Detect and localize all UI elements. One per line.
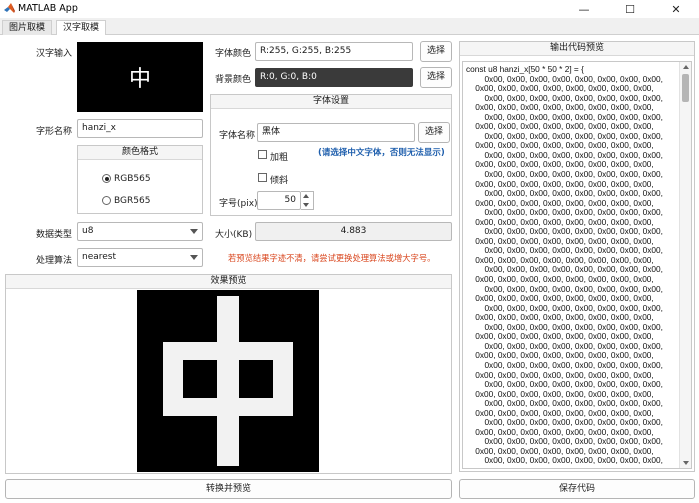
chevron-down-icon[interactable] — [303, 203, 309, 207]
algorithm-dropdown[interactable]: nearest — [77, 248, 203, 267]
font-name-label: 字体名称 — [219, 131, 256, 141]
maximize-button[interactable]: ☐ — [607, 0, 653, 18]
matlab-logo-icon — [4, 3, 15, 14]
font-name-field: 黑体 — [257, 123, 415, 142]
font-settings-title: 字体设置 — [211, 95, 451, 109]
code-scrollbar[interactable] — [679, 62, 691, 468]
algorithm-value: nearest — [82, 252, 117, 262]
font-size-spinner[interactable]: 50 — [257, 191, 301, 210]
bg-color-select-button[interactable]: 选择 — [420, 67, 452, 88]
code-text: const u8 hanzi_x[50 * 50 * 2] = { 0x00, … — [466, 65, 680, 467]
warning-text: 若预览结果字迹不清，请尝试更换处理算法或增大字号。 — [228, 253, 436, 263]
chevron-down-icon — [190, 229, 198, 234]
font-size-stepper[interactable] — [301, 191, 314, 210]
bgr565-radio[interactable] — [102, 196, 111, 205]
color-format-title: 颜色格式 — [78, 146, 202, 160]
data-type-value: u8 — [82, 226, 94, 236]
font-color-select-button[interactable]: 选择 — [420, 41, 452, 62]
code-line: 0x00, 0x00, 0x00, 0x00, 0x00, 0x00, 0x00… — [466, 455, 663, 466]
preview-title: 效果预览 — [6, 275, 451, 289]
chevron-up-icon[interactable] — [303, 194, 309, 198]
preview-image — [137, 290, 319, 472]
minimize-button[interactable]: — — [561, 0, 607, 18]
tab-image-font[interactable]: 图片取模 — [2, 20, 53, 35]
scroll-thumb[interactable] — [682, 74, 689, 102]
rgb565-radio[interactable] — [102, 174, 111, 183]
char-input-label: 汉字输入 — [36, 49, 73, 59]
font-color-label: 字体颜色 — [215, 49, 252, 59]
font-size-label: 字号(pix) — [219, 199, 258, 209]
bold-label: 加粗 — [270, 153, 289, 163]
chevron-down-icon — [190, 255, 198, 260]
window-title: MATLAB App — [18, 3, 78, 14]
size-kb-label: 大小(KB) — [215, 230, 253, 240]
convert-preview-button[interactable]: 转换并预览 — [5, 479, 452, 499]
size-kb-field: 4.883 — [255, 222, 452, 241]
close-button[interactable]: ✕ — [653, 0, 699, 18]
code-output-title: 输出代码预览 — [460, 42, 694, 56]
scroll-up-icon[interactable] — [683, 65, 689, 69]
italic-label: 倾斜 — [270, 176, 289, 186]
data-type-dropdown[interactable]: u8 — [77, 222, 203, 241]
rgb565-label: RGB565 — [114, 174, 151, 184]
scroll-down-icon[interactable] — [683, 461, 689, 465]
save-code-button[interactable]: 保存代码 — [459, 479, 695, 499]
italic-checkbox[interactable] — [258, 173, 267, 182]
bg-color-field: R:0, G:0, B:0 — [255, 68, 413, 87]
algorithm-label: 处理算法 — [36, 256, 73, 266]
char-input-box[interactable]: 中 — [77, 42, 203, 112]
bgr565-label: BGR565 — [114, 196, 151, 206]
data-type-label: 数据类型 — [36, 230, 73, 240]
code-textarea[interactable]: const u8 hanzi_x[50 * 50 * 2] = { 0x00, … — [462, 61, 692, 469]
tab-hanzi-font[interactable]: 汉字取模 — [56, 20, 107, 36]
font-hint-text: (请选择中文字体，否则无法显示) — [318, 148, 445, 158]
glyph-name-label: 字形名称 — [36, 127, 73, 137]
glyph-name-field[interactable]: hanzi_x — [77, 119, 203, 138]
code-rows: 0x00, 0x00, 0x00, 0x00, 0x00, 0x00, 0x00… — [466, 74, 680, 466]
bg-color-label: 背景颜色 — [215, 75, 252, 85]
font-name-select-button[interactable]: 选择 — [418, 122, 450, 143]
bold-checkbox[interactable] — [258, 150, 267, 159]
font-color-field: R:255, G:255, B:255 — [255, 42, 413, 61]
